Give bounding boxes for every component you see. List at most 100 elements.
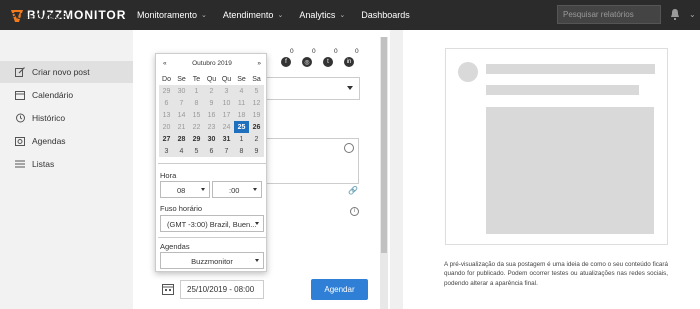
calendar-day: 21 — [174, 121, 189, 133]
agendas-value: Buzzmonitor — [191, 257, 233, 266]
sidebar-item-criar-novo-post[interactable]: Criar novo post — [0, 61, 133, 83]
calendar-day: 20 — [159, 121, 174, 133]
sidebar-item-label: Criar novo post — [32, 67, 90, 77]
sidebar-item-calendario[interactable]: Calendário — [0, 84, 133, 106]
calendar-day[interactable]: 7 — [219, 145, 234, 157]
agendas-select[interactable]: Buzzmonitor — [160, 252, 264, 269]
timezone-label: Fuso horário — [160, 204, 203, 213]
sidebar-item-agendas[interactable]: Agendas — [0, 130, 133, 152]
chevron-down-icon: ⌄ — [201, 12, 207, 19]
calendar-day[interactable]: 5 — [189, 145, 204, 157]
next-month-button[interactable]: » — [257, 60, 261, 70]
calendar-day: 14 — [174, 109, 189, 121]
calendar-day: 22 — [189, 121, 204, 133]
nav-label: Atendimento — [222, 10, 274, 20]
calendar-day[interactable]: 6 — [204, 145, 219, 157]
calendar-day: 29 — [159, 85, 174, 97]
scrollbar-thumb[interactable] — [381, 37, 387, 253]
attachment-icon[interactable]: 🔗 — [348, 186, 358, 195]
caret-down-icon — [253, 188, 257, 191]
calendar-day: 10 — [219, 97, 234, 109]
emoji-icon[interactable] — [344, 143, 354, 153]
twitter-icon[interactable]: t — [323, 57, 333, 67]
instagram-count: 0 — [312, 48, 316, 55]
agendar-button[interactable]: Agendar — [311, 279, 368, 300]
time-label: Hora — [160, 171, 177, 180]
calendar-day[interactable]: 9 — [249, 145, 264, 157]
calendar-day[interactable]: 8 — [234, 145, 249, 157]
nav-analytics[interactable]: Analytics ⌄ — [299, 10, 345, 20]
nav-atendimento[interactable]: Atendimento ⌄ — [223, 10, 283, 20]
calendar-day[interactable]: 4 — [174, 145, 189, 157]
instagram-icon[interactable]: ◎ — [302, 57, 312, 67]
sidebar-item-label: Calendário — [32, 90, 74, 100]
hour-select[interactable]: 08 — [160, 181, 210, 198]
preview-text-placeholder — [486, 85, 639, 95]
preview-image-placeholder — [486, 107, 654, 234]
calendar-day[interactable]: 28 — [174, 133, 189, 145]
calendar-day: 9 — [204, 97, 219, 109]
caret-down-icon — [255, 222, 259, 225]
sidebar-item-historico[interactable]: Histórico — [0, 107, 133, 129]
chevron-down-icon[interactable]: ⌄ — [689, 10, 696, 19]
calendar-week: 13 14 15 16 17 18 19 — [159, 109, 264, 121]
schedule-datetime-input[interactable]: 25/10/2019 - 08:00 — [180, 280, 264, 299]
caret-down-icon — [347, 86, 353, 90]
sidebar-item-label: Agendas — [32, 136, 66, 146]
calendar-day: 1 — [189, 85, 204, 97]
calendar-day[interactable]: 31 — [219, 133, 234, 145]
calendar-header: « Outubro 2019 » — [156, 60, 268, 70]
calendar-day: 23 — [204, 121, 219, 133]
weekday-label: Se — [237, 75, 246, 83]
calendar-day[interactable]: 26 — [249, 121, 264, 133]
calendar-day-selected[interactable]: 25 — [234, 121, 249, 133]
calendar-day[interactable]: 3 — [159, 145, 174, 157]
divider — [158, 237, 266, 238]
nav-monitoramento[interactable]: Monitoramento ⌄ — [137, 10, 207, 20]
info-icon[interactable]: i — [350, 207, 359, 216]
chevron-down-icon: ⌄ — [277, 12, 284, 19]
calendar-week: 3 4 5 6 7 8 9 — [159, 145, 264, 157]
preview-text-placeholder — [486, 64, 655, 74]
calendar-day: 3 — [219, 85, 234, 97]
minute-select[interactable]: :00 — [212, 181, 262, 198]
caret-down-icon — [201, 188, 205, 191]
calendar-icon[interactable] — [162, 283, 174, 295]
nav-dashboards[interactable]: Dashboards — [361, 10, 410, 20]
calendar-day: 5 — [249, 85, 264, 97]
agendas-label: Agendas — [160, 242, 190, 251]
facebook-icon[interactable]: f — [281, 57, 291, 67]
list-icon — [15, 160, 25, 168]
calendar-day[interactable]: 29 — [189, 133, 204, 145]
weekday-label: Do — [162, 75, 171, 83]
calendar-month-label[interactable]: Outubro 2019 — [192, 60, 232, 70]
calendar-day[interactable]: 2 — [249, 133, 264, 145]
prev-month-button[interactable]: « — [163, 60, 167, 70]
sidebar-item-label: Histórico — [32, 113, 66, 123]
caret-down-icon — [255, 259, 259, 262]
calendar-day: 24 — [219, 121, 234, 133]
weekday-label: Qu — [206, 75, 217, 83]
hour-value: 08 — [177, 186, 186, 195]
bell-icon[interactable] — [669, 8, 681, 21]
sidebar-item-listas[interactable]: Listas — [0, 153, 133, 175]
calendar-day[interactable]: 1 — [234, 133, 249, 145]
calendar-weekdays: Do Se Te Qu Qu Se Sa — [159, 73, 264, 85]
timezone-select[interactable]: (GMT -3:00) Brazil, Buen... — [160, 215, 264, 232]
calendar-day[interactable]: 27 — [159, 133, 174, 145]
weekday-label: Se — [177, 75, 186, 83]
calendar-day: 6 — [159, 97, 174, 109]
profile-select[interactable] — [263, 77, 360, 100]
calendar-day[interactable]: 30 — [204, 133, 219, 145]
search-input[interactable]: Pesquisar relatórios — [557, 5, 661, 24]
calendar-day: 19 — [249, 109, 264, 121]
calendar-day: 11 — [234, 97, 249, 109]
linkedin-icon[interactable]: in — [344, 57, 354, 67]
nav-label: Monitoramento — [137, 10, 198, 20]
calendar-day: 8 — [189, 97, 204, 109]
facebook-count: 0 — [290, 48, 294, 55]
calendar-day: 13 — [159, 109, 174, 121]
nav-label: Analytics — [299, 10, 336, 20]
minute-value: :00 — [229, 186, 240, 195]
calendar-day: 16 — [204, 109, 219, 121]
